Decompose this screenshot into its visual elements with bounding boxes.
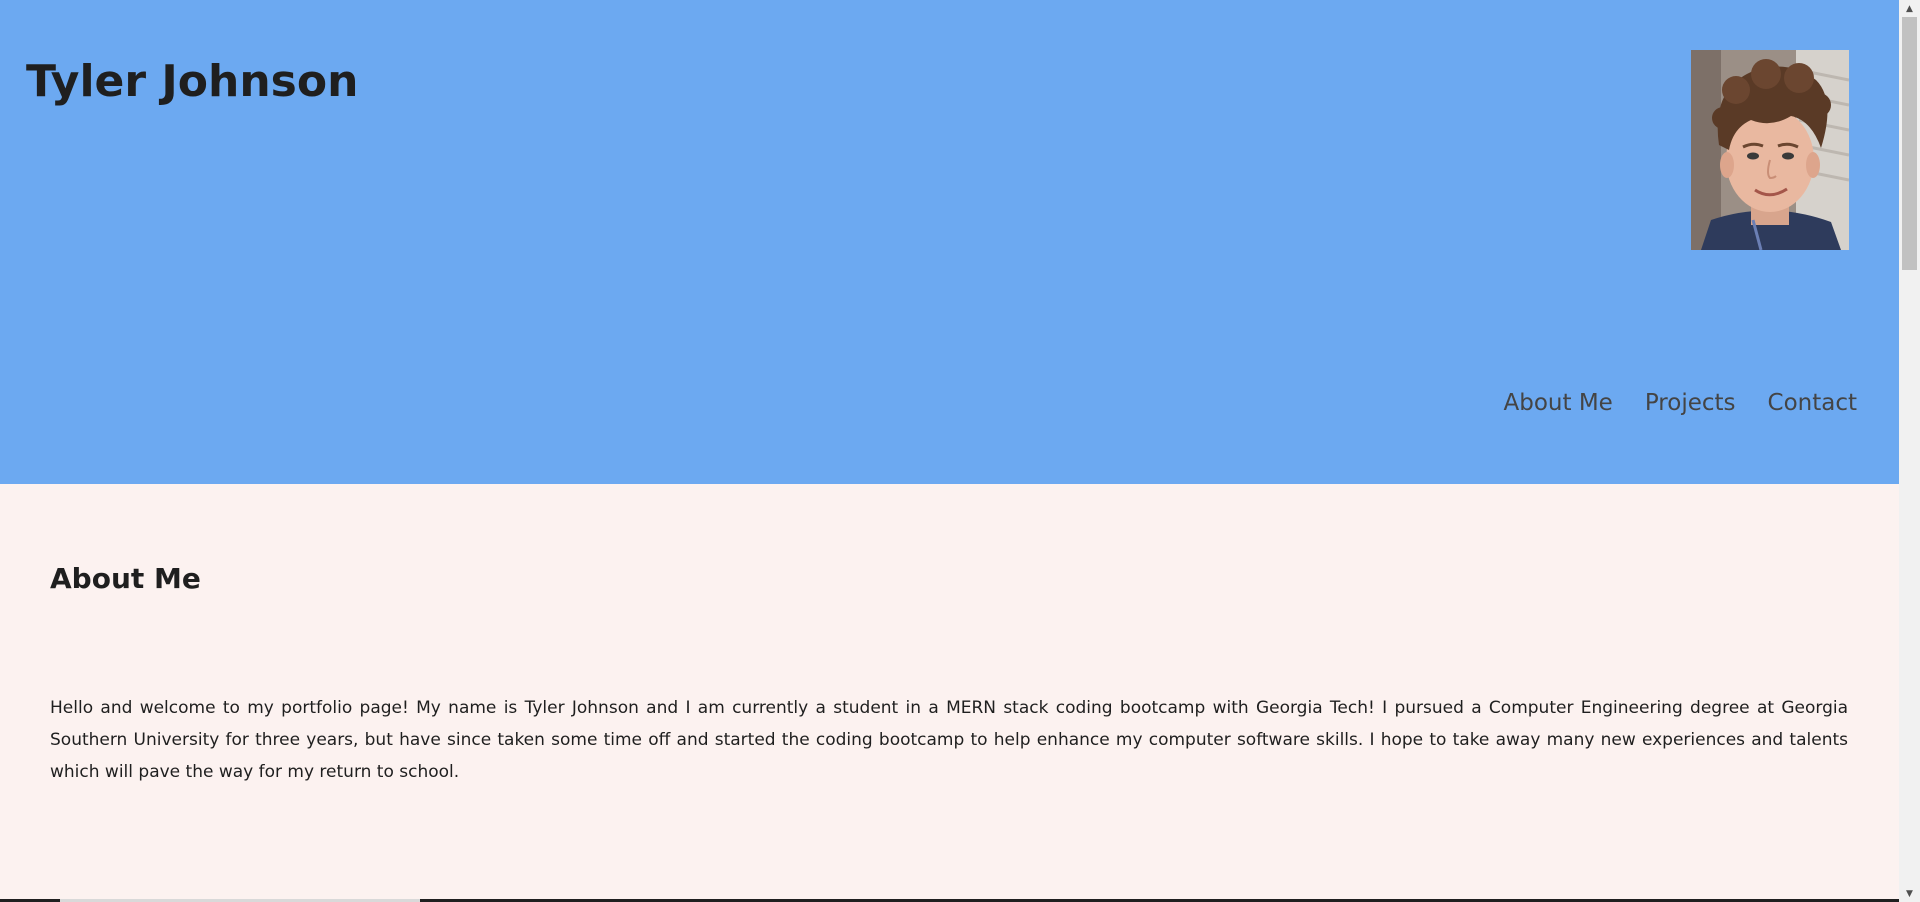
portfolio-page: Tyler Johnson About Me Projects Contact … — [0, 0, 1920, 902]
about-body-text: Hello and welcome to my portfolio page! … — [50, 698, 1848, 782]
site-title: Tyler Johnson — [26, 56, 359, 107]
nav-link-projects[interactable]: Projects — [1645, 386, 1736, 420]
site-header: Tyler Johnson About Me Projects Contact — [0, 0, 1899, 484]
main-nav: About Me Projects Contact — [1504, 386, 1857, 420]
nav-link-contact[interactable]: Contact — [1768, 386, 1857, 420]
scroll-up-arrow-icon[interactable]: ▲ — [1899, 0, 1920, 17]
profile-photo — [1691, 50, 1849, 250]
profile-photo-image — [1691, 50, 1849, 250]
scroll-down-arrow-icon[interactable]: ▼ — [1899, 885, 1920, 902]
vertical-scrollbar[interactable]: ▲ ▼ — [1899, 0, 1920, 902]
nav-link-about-me[interactable]: About Me — [1504, 386, 1613, 420]
about-section: About Me Hello and welcome to my portfol… — [0, 484, 1899, 902]
scrollbar-thumb[interactable] — [1902, 17, 1917, 270]
about-heading: About Me — [50, 562, 201, 595]
